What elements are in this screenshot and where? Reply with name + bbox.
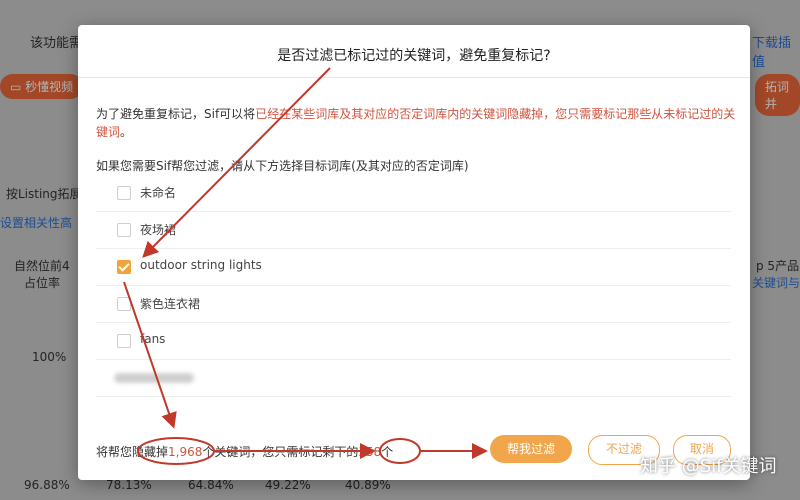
library-item[interactable]: 紫色连衣裙: [96, 286, 731, 323]
hidden-count: 1,968: [168, 445, 203, 459]
summary-mid: 个关键词，您只需标记剩下的: [202, 445, 359, 459]
library-checkbox[interactable]: [117, 223, 131, 237]
library-item-label: 夜场裙: [140, 223, 177, 237]
library-item-label: outdoor string lights: [140, 258, 262, 272]
library-checkbox-checked[interactable]: [117, 260, 131, 274]
library-item[interactable]: 未命名: [96, 175, 731, 212]
library-checkbox[interactable]: [117, 186, 131, 200]
blurred-label: [114, 373, 194, 383]
library-item-label: fans: [140, 332, 166, 346]
desc-suffix: 。: [120, 125, 133, 139]
filter-keywords-dialog: 是否过滤已标记过的关键词，避免重复标记? 为了避免重复标记，Sif可以将已经在某…: [78, 25, 750, 480]
library-item-label: 未命名: [140, 186, 177, 200]
library-item-label: 紫色连衣裙: [140, 297, 201, 311]
library-checkbox[interactable]: [117, 334, 131, 348]
filter-button[interactable]: 帮我过滤: [490, 435, 572, 463]
dialog-description: 为了避免重复标记，Sif可以将已经在某些词库及其对应的否定词库内的关键词隐藏掉，…: [96, 105, 736, 141]
summary-prefix: 将帮您隐藏掉: [96, 445, 169, 459]
summary-suffix: 个: [381, 445, 394, 459]
library-list: 未命名 夜场裙 outdoor string lights 紫色连衣裙 fans: [96, 175, 731, 397]
library-checkbox[interactable]: [117, 297, 131, 311]
library-item[interactable]: fans: [96, 323, 731, 360]
library-item[interactable]: outdoor string lights: [96, 249, 731, 286]
library-select-label: 如果您需要Sif帮您过滤，请从下方选择目标词库(及其对应的否定词库): [96, 159, 469, 173]
divider: [78, 77, 750, 78]
dialog-title: 是否过滤已标记过的关键词，避免重复标记?: [277, 48, 551, 64]
filter-summary: 将帮您隐藏掉1,968个关键词，您只需标记剩下的358个: [96, 443, 393, 460]
watermark: 知乎 @Sif关键词: [640, 456, 777, 477]
library-item[interactable]: 夜场裙: [96, 212, 731, 249]
desc-prefix: 为了避免重复标记，Sif可以将: [96, 107, 256, 121]
library-item-blurred[interactable]: [96, 360, 731, 397]
remaining-count: 358: [358, 445, 382, 459]
